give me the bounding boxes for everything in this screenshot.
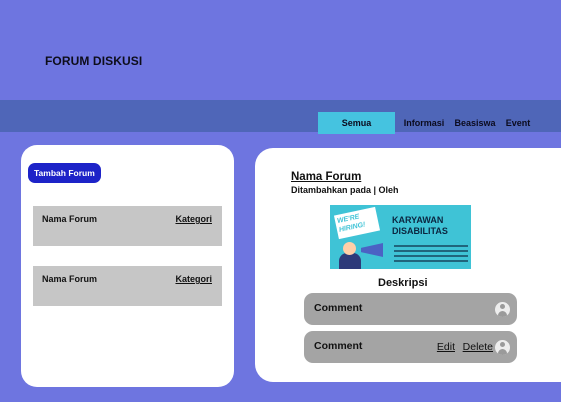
poster-person-head <box>343 242 356 255</box>
add-forum-button[interactable]: Tambah Forum <box>28 163 101 183</box>
user-avatar-icon <box>495 340 510 355</box>
tab-informasi[interactable]: Informasi <box>402 112 446 134</box>
forum-list-item[interactable]: Nama Forum Kategori <box>33 206 222 246</box>
forum-list-item[interactable]: Nama Forum Kategori <box>33 266 222 306</box>
forum-description-label: Deskripsi <box>378 277 428 289</box>
comment-text: Comment <box>314 340 363 352</box>
tab-event[interactable]: Event <box>503 112 533 134</box>
forum-category-link[interactable]: Kategori <box>175 214 212 224</box>
forum-list-panel: Tambah Forum Nama Forum Kategori Nama Fo… <box>21 145 234 387</box>
poster-badge: WE'RE HIRING! <box>333 206 381 240</box>
tab-beasiswa[interactable]: Beasiswa <box>453 112 497 134</box>
poster-info-lines <box>394 242 468 266</box>
forum-detail-title[interactable]: Nama Forum <box>291 171 361 183</box>
user-avatar-icon <box>495 302 510 317</box>
app-title: FORUM DISKUSI <box>45 54 143 68</box>
comment-item: Comment <box>304 293 517 325</box>
forum-poster-image: WE'RE HIRING! KARYAWAN DISABILITAS <box>330 205 471 269</box>
category-nav: Semua Informasi Beasiswa Event <box>0 100 561 134</box>
forum-category-link[interactable]: Kategori <box>175 274 212 284</box>
poster-headline-line: DISABILITAS <box>392 226 448 236</box>
forum-name: Nama Forum <box>42 274 98 284</box>
poster-headline: KARYAWAN DISABILITAS <box>392 215 448 237</box>
forum-name: Nama Forum <box>42 214 98 224</box>
comment-text: Comment <box>314 302 363 314</box>
poster-headline-line: KARYAWAN <box>392 215 444 225</box>
forum-detail-panel: Nama Forum Ditambahkan pada | Oleh WE'RE… <box>255 148 561 382</box>
edit-comment-link[interactable]: Edit <box>437 341 455 353</box>
forum-detail-meta: Ditambahkan pada | Oleh <box>291 185 399 195</box>
top-header: FORUM DISKUSI <box>0 7 561 100</box>
comment-item: Comment Edit Delete <box>304 331 517 363</box>
tab-semua[interactable]: Semua <box>318 112 395 134</box>
megaphone-icon <box>361 243 383 257</box>
app-root: FORUM DISKUSI Semua Informasi Beasiswa E… <box>0 0 561 402</box>
poster-badge-text: WE'RE HIRING! <box>336 213 367 234</box>
poster-person-body <box>339 253 361 269</box>
delete-comment-link[interactable]: Delete <box>463 341 493 353</box>
